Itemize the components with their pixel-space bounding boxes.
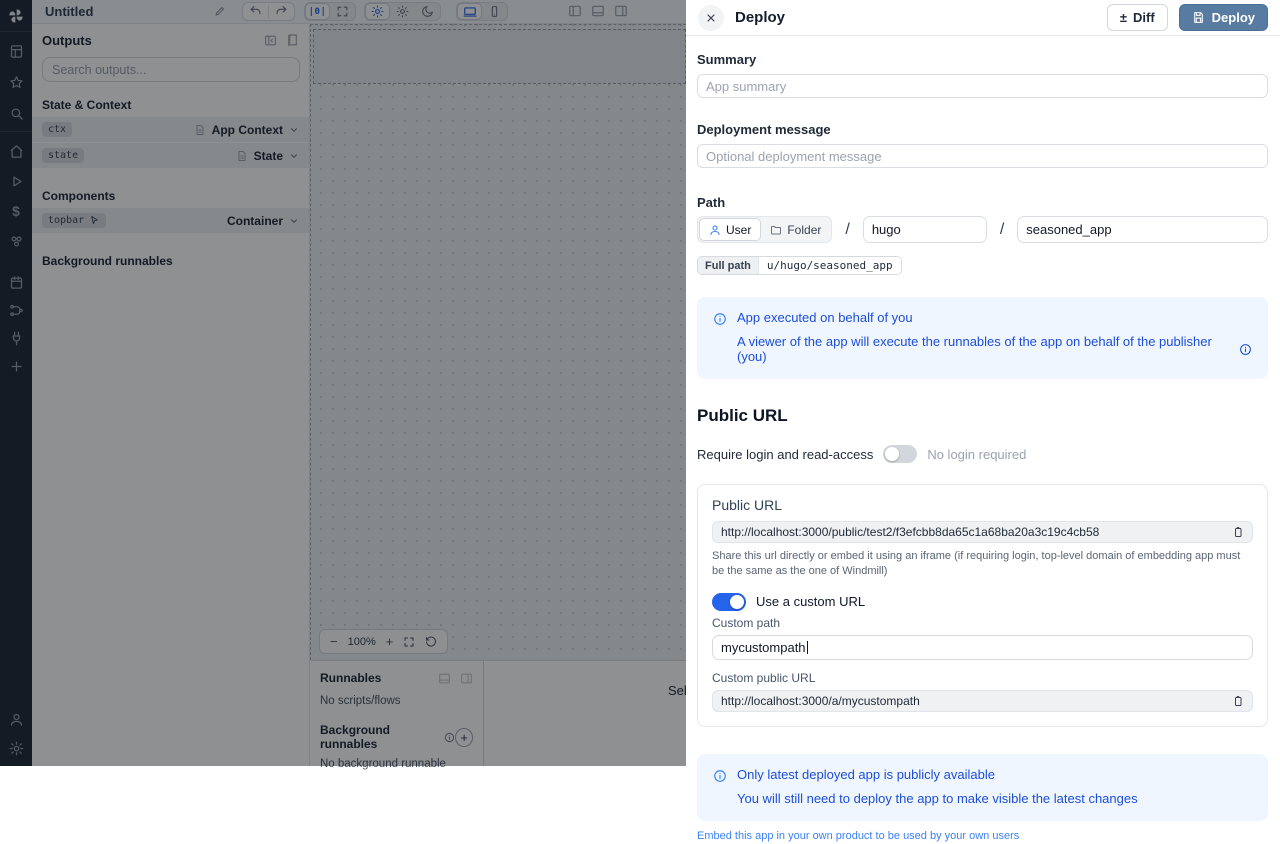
execute-info-body: A viewer of the app will execute the run… [737, 334, 1232, 364]
text-caret [807, 641, 808, 654]
deployment-message-label: Deployment message [697, 122, 1268, 137]
owner-kind-folder[interactable]: Folder [761, 218, 830, 241]
path-separator: / [845, 221, 849, 239]
public-url-field[interactable]: http://localhost:3000/public/test2/f3efc… [712, 521, 1253, 543]
person-icon [709, 224, 721, 236]
require-login-toggle[interactable] [883, 445, 917, 463]
owner-kind-toggle: User Folder [697, 216, 832, 243]
drawer-header: Deploy ± Diff Deploy [686, 0, 1280, 36]
latest-info-title: Only latest deployed app is publicly ava… [737, 767, 1138, 782]
close-icon[interactable] [698, 5, 724, 31]
path-name-input[interactable] [1017, 216, 1268, 243]
require-login-label: Require login and read-access [697, 447, 873, 462]
owner-kind-user[interactable]: User [699, 218, 761, 241]
execute-info-title: App executed on behalf of you [737, 310, 1252, 325]
plus-minus-icon: ± [1120, 10, 1127, 25]
login-status-text: No login required [927, 447, 1026, 462]
full-path-pill: Full path u/hugo/seasoned_app [697, 256, 902, 275]
diff-button[interactable]: ± Diff [1107, 4, 1168, 31]
deployment-message-input[interactable] [697, 144, 1268, 168]
latest-info-body: You will still need to deploy the app to… [737, 791, 1138, 806]
summary-input[interactable] [697, 74, 1268, 98]
custom-url-toggle-row: Use a custom URL [712, 593, 1253, 611]
custom-path-input[interactable]: mycustompath [712, 635, 1253, 660]
path-owner-input[interactable] [863, 216, 987, 243]
public-url-value: http://localhost:3000/public/test2/f3efc… [721, 525, 1224, 539]
execute-info-box: App executed on behalf of you A viewer o… [697, 297, 1268, 379]
drawer-title: Deploy [735, 9, 785, 26]
latest-info-box: Only latest deployed app is publicly ava… [697, 754, 1268, 821]
custom-path-label: Custom path [712, 616, 1253, 630]
require-login-row: Require login and read-access No login r… [697, 445, 1268, 463]
clipboard-icon[interactable] [1232, 695, 1244, 707]
path-row: User Folder / / [697, 216, 1268, 243]
custom-public-url-label: Custom public URL [712, 671, 1253, 685]
custom-public-url-value: http://localhost:3000/a/mycustompath [721, 694, 1224, 708]
info-icon [713, 312, 727, 364]
full-path-value: u/hugo/seasoned_app [758, 257, 901, 274]
path-separator: / [1000, 221, 1004, 239]
public-url-heading: Public URL [697, 406, 1268, 426]
info-icon [713, 769, 727, 806]
embed-app-link[interactable]: Embed this app in your own product to be… [697, 830, 1019, 842]
info-icon[interactable] [1239, 343, 1252, 356]
custom-url-toggle-label: Use a custom URL [756, 594, 865, 609]
deploy-drawer: Deploy ± Diff Deploy Summary Deployment … [686, 0, 1280, 766]
path-label: Path [697, 195, 1268, 210]
drawer-body: Summary Deployment message Path User Fol… [686, 36, 1280, 844]
save-icon [1192, 11, 1205, 24]
drawer-dim-overlay[interactable] [0, 0, 686, 766]
custom-url-toggle[interactable] [712, 593, 746, 611]
full-path-label: Full path [698, 257, 758, 274]
share-hint-text: Share this url directly or embed it usin… [712, 549, 1253, 580]
custom-public-url-field[interactable]: http://localhost:3000/a/mycustompath [712, 690, 1253, 712]
public-url-card: Public URL http://localhost:3000/public/… [697, 484, 1268, 727]
summary-label: Summary [697, 52, 1268, 67]
public-url-label: Public URL [712, 497, 1253, 513]
clipboard-icon[interactable] [1232, 526, 1244, 538]
folder-icon [770, 224, 782, 236]
deploy-button[interactable]: Deploy [1179, 4, 1268, 31]
